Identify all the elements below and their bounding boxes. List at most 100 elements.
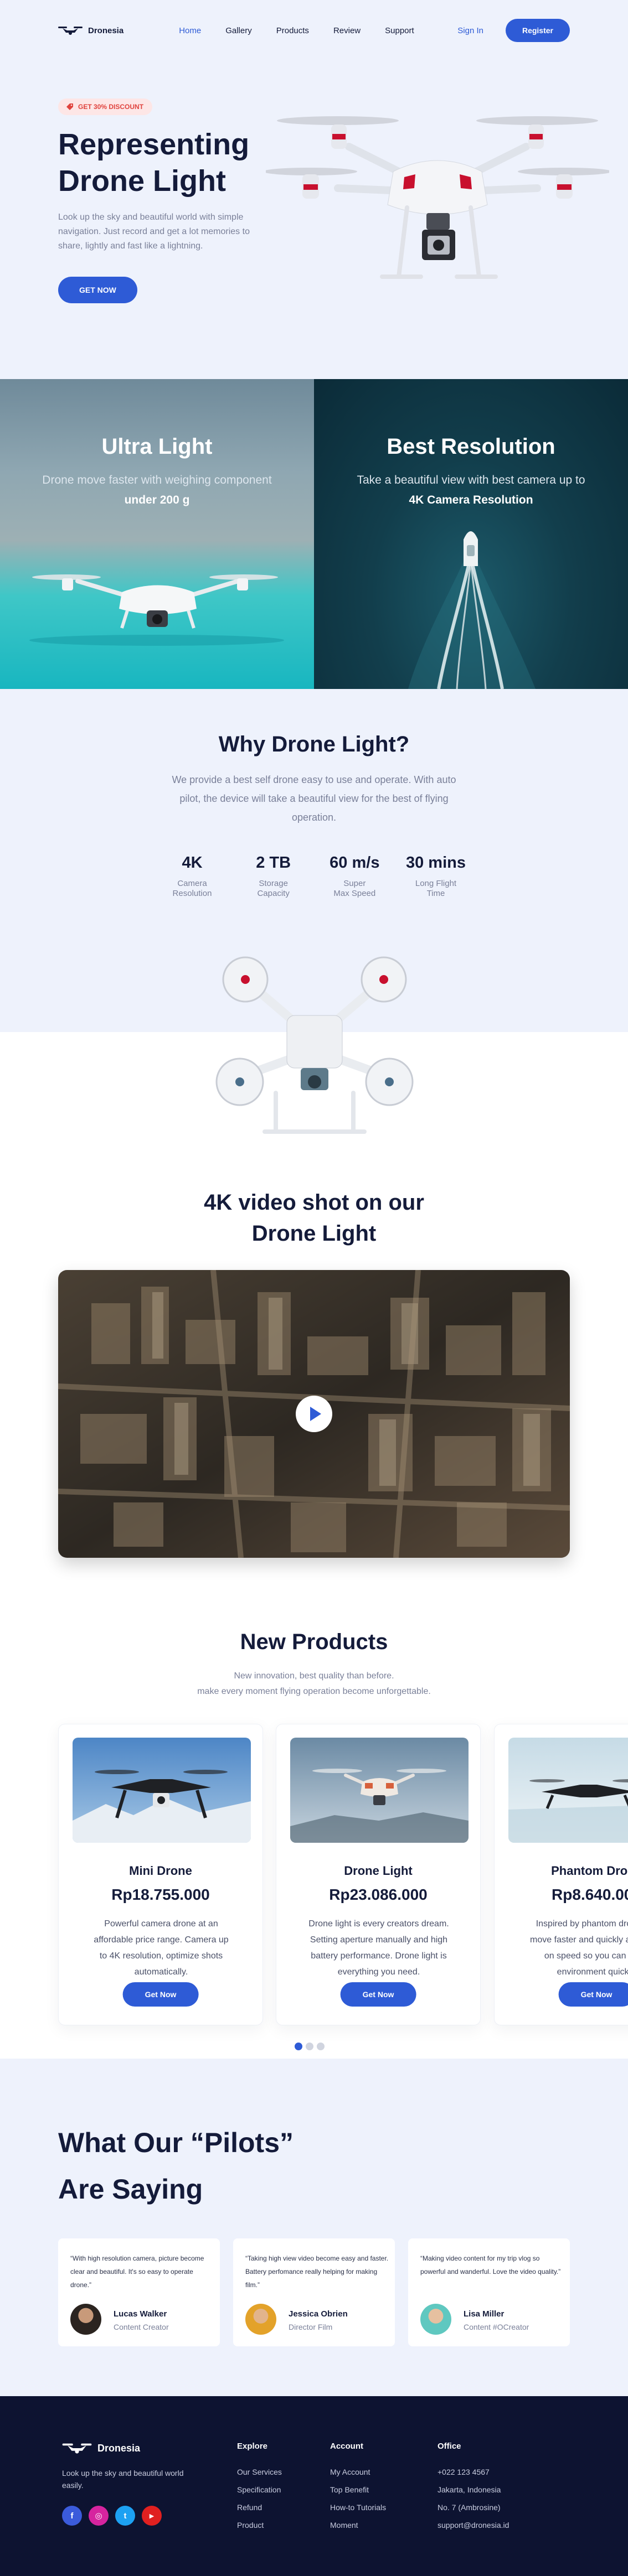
stat-item: 4K Camera Resolution — [156, 854, 228, 899]
footer-brand[interactable]: Dronesia — [62, 2442, 140, 2455]
feature-best-resolution-text-main: Take a beautiful view with best camera u… — [357, 474, 585, 486]
nav-support[interactable]: Support — [385, 26, 414, 35]
page: Dronesia Home Gallery Products Review Su… — [0, 0, 628, 2576]
avatar — [70, 2304, 101, 2335]
stat-label-line2: Capacity — [257, 889, 290, 898]
drone-logo-icon — [58, 27, 83, 35]
stats-row: 4K Camera Resolution 2 TB Storage Capacity… — [156, 854, 472, 899]
products-section: New Products New innovation, best qualit… — [0, 1585, 628, 2059]
product-image — [290, 1738, 469, 1843]
footer-email[interactable]: support@dronesia.id — [437, 2516, 509, 2534]
youtube-icon[interactable]: ▶ — [142, 2506, 162, 2526]
feature-ultra-light-title: Ultra Light — [101, 434, 213, 459]
footer-column-account: Account My Account Top Benefit How-to Tu… — [330, 2442, 386, 2534]
products-subtitle-line1: New innovation, best quality than before… — [234, 1671, 394, 1681]
stat-item: 2 TB Storage Capacity — [238, 854, 310, 899]
testimonial-role: Content Creator — [114, 2323, 169, 2331]
footer-city: Jakarta, Indonesia — [437, 2485, 501, 2494]
testimonial-quote: “Taking high view video become easy and … — [245, 2254, 389, 2289]
testimonial-role: Director Film — [289, 2323, 333, 2331]
hero-title-line2: Drone Light — [58, 164, 226, 198]
footer-about: Look up the sky and beautiful world easi… — [62, 2469, 184, 2490]
instagram-icon[interactable]: ◎ — [89, 2506, 109, 2526]
testimonials-title-line1: What Our “Pilots” — [58, 2127, 294, 2158]
product-get-now-button[interactable]: Get Now — [340, 1982, 416, 2007]
nav-review[interactable]: Review — [333, 26, 361, 35]
footer-column-explore: Explore Our Services Specification Refun… — [237, 2442, 282, 2534]
social-links: f ◎ t ▶ — [62, 2506, 162, 2526]
drone-light-image — [290, 1738, 469, 1843]
product-price: Rp23.086.000 — [329, 1886, 428, 1903]
stat-value: 2 TB — [256, 854, 291, 872]
brand-logo[interactable]: Dronesia — [58, 25, 123, 36]
testimonial-quote: “With high resolution camera, picture be… — [70, 2254, 204, 2289]
signin-link[interactable]: Sign In — [457, 26, 483, 35]
play-button[interactable] — [296, 1396, 332, 1432]
why-description: We provide a best self drone easy to use… — [172, 774, 456, 823]
footer-link[interactable]: Our Services — [237, 2463, 282, 2481]
product-name: Drone Light — [344, 1864, 413, 1878]
footer-phone: +022 123 4567 — [437, 2468, 490, 2476]
feature-best-resolution: Best Resolution Take a beautiful view wi… — [314, 379, 628, 689]
footer-address: No. 7 (Ambrosine) — [437, 2503, 501, 2512]
testimonial-name: Jessica Obrien — [289, 2309, 348, 2319]
product-card[interactable]: Mini Drone Rp18.755.000 Powerful camera … — [58, 1724, 263, 2025]
testimonials-title-line2: Are Saying — [58, 2174, 203, 2205]
video-player[interactable] — [58, 1270, 570, 1558]
stat-value: 30 mins — [405, 854, 466, 872]
product-card[interactable]: Drone Light Rp23.086.000 Drone light is … — [276, 1724, 481, 2025]
footer-link[interactable]: Refund — [237, 2499, 282, 2516]
hero-drone-image — [266, 116, 609, 279]
stat-label-line2: Time — [426, 889, 445, 898]
facebook-icon[interactable]: f — [62, 2506, 82, 2526]
stat-label-line2: Max Speed — [333, 889, 376, 898]
footer-link[interactable]: Specification — [237, 2481, 282, 2499]
product-get-now-button[interactable]: Get Now — [122, 1982, 199, 2007]
feature-best-resolution-text-strong: 4K Camera Resolution — [409, 494, 533, 506]
product-price: Rp18.755.000 — [111, 1886, 210, 1903]
hero-get-now-button[interactable]: GET NOW — [58, 277, 137, 303]
nav-links: Home Gallery Products Review Support — [179, 26, 414, 35]
nav-home[interactable]: Home — [179, 26, 201, 35]
video-title-line2: Drone Light — [251, 1221, 377, 1246]
products-subtitle: New innovation, best quality than before… — [0, 1668, 628, 1699]
stat-label: Storage Capacity — [238, 879, 310, 899]
why-section: Why Drone Light? We provide a best self … — [0, 689, 628, 1134]
pagination-dot[interactable] — [317, 2043, 325, 2050]
footer-link[interactable]: My Account — [330, 2463, 386, 2481]
white-drone-image — [29, 574, 284, 646]
discount-badge-label: GET 30% DISCOUNT — [78, 103, 144, 111]
nav-products[interactable]: Products — [276, 26, 309, 35]
features-split: Ultra Light Drone move faster with weigh… — [0, 379, 628, 689]
video-title-line1: 4K video shot on our — [204, 1190, 424, 1215]
footer-link[interactable]: Top Benefit — [330, 2481, 386, 2499]
testimonial-card: “Making video content for my trip vlog s… — [408, 2238, 570, 2346]
feature-ultra-light-text-strong: under 200 g — [124, 494, 190, 506]
phantom-drone-image — [508, 1738, 628, 1843]
hero-description: Look up the sky and beautiful world with… — [58, 212, 250, 251]
stat-label: Super Max Speed — [318, 879, 390, 899]
footer-brand-name: Dronesia — [97, 2442, 141, 2454]
drone-logo-icon — [62, 2443, 92, 2454]
pagination-dot[interactable] — [306, 2043, 313, 2050]
testimonial-name: Lucas Walker — [114, 2309, 167, 2319]
avatar — [245, 2304, 276, 2335]
footer-column-title: Explore — [237, 2442, 268, 2451]
register-button[interactable]: Register — [505, 19, 570, 42]
pagination-dot-active[interactable] — [295, 2043, 302, 2050]
footer-link[interactable]: How-to Tutorials — [330, 2499, 386, 2516]
twitter-icon[interactable]: t — [115, 2506, 135, 2526]
testimonials-section: What Our “Pilots” Are Saying “With high … — [0, 2059, 628, 2396]
top-navbar: Dronesia Home Gallery Products Review Su… — [0, 0, 628, 61]
nav-gallery[interactable]: Gallery — [225, 26, 252, 35]
product-get-now-button[interactable]: Get Now — [558, 1982, 628, 2007]
product-name: Phantom Drone — [551, 1864, 628, 1878]
product-price: Rp8.640.000 — [552, 1886, 628, 1903]
footer-link[interactable]: Moment — [330, 2516, 386, 2534]
product-name: Mini Drone — [129, 1864, 192, 1878]
footer-link[interactable]: Product — [237, 2516, 282, 2534]
hero-title-line1: Representing — [58, 128, 250, 161]
products-title: New Products — [240, 1630, 388, 1654]
product-card[interactable]: Phantom Drone Rp8.640.000 Inspired by ph… — [494, 1724, 628, 2025]
product-description: Drone light is every creators dream. Set… — [308, 1919, 449, 1977]
